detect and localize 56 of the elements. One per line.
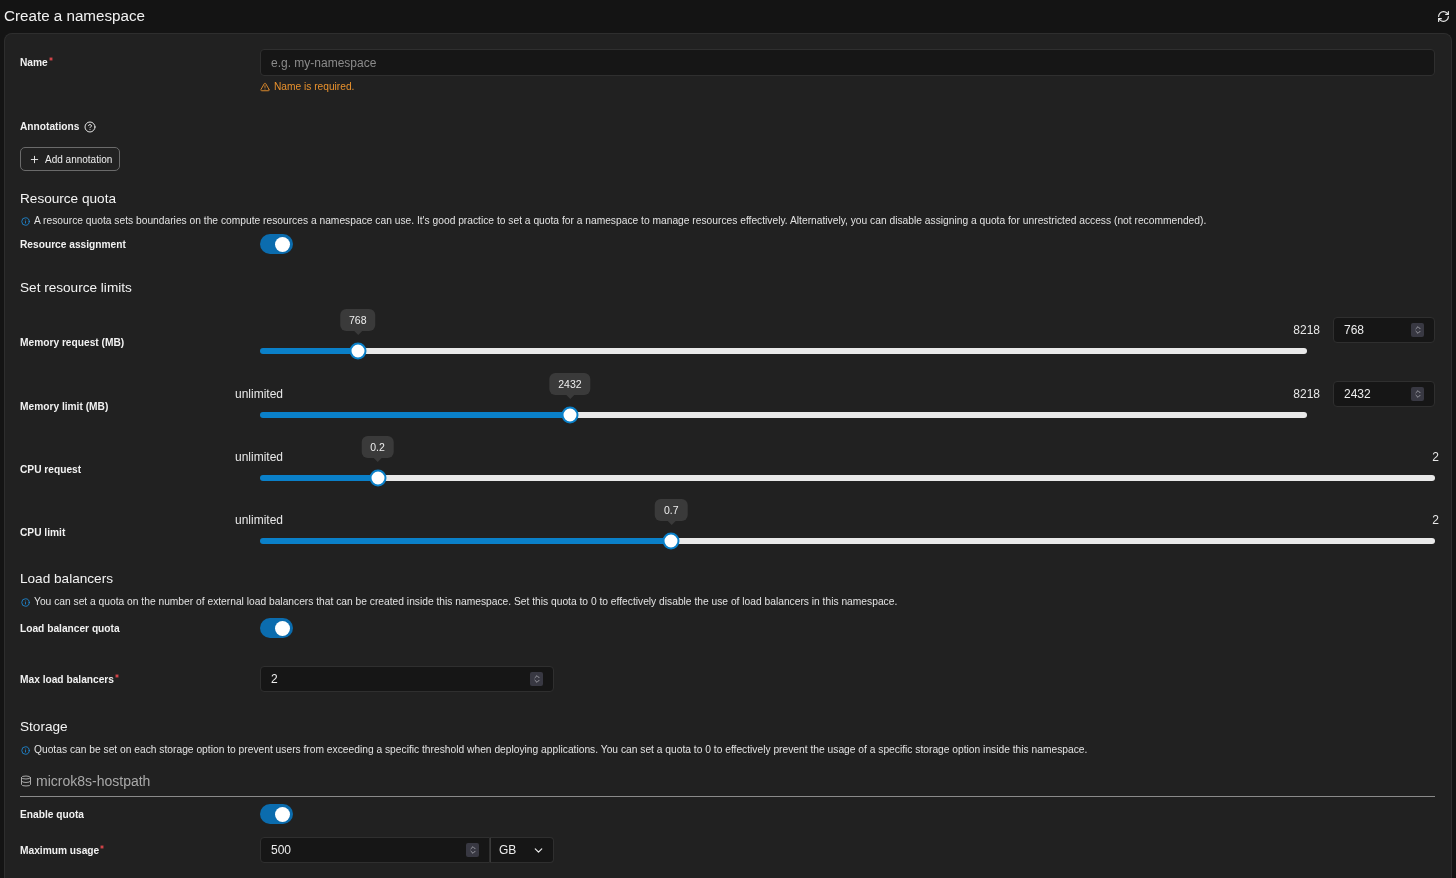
name-input[interactable]: e.g. my-namespace [260, 49, 1435, 76]
database-icon [20, 775, 32, 788]
slider-min-label: unlimited [235, 513, 284, 528]
refresh-icon[interactable] [1437, 9, 1450, 23]
slider-thumb[interactable] [662, 532, 680, 550]
slider-min-label: unlimited [235, 386, 284, 401]
field-label: Resource assignment [20, 237, 126, 251]
add-annotation-button[interactable]: Add annotation [20, 147, 121, 171]
number-input[interactable]: 500 [260, 837, 490, 864]
value-tooltip: 0.7 [654, 499, 688, 522]
slider-max-label: 2 [1432, 513, 1439, 528]
slider-min-label: unlimited [235, 449, 284, 464]
number-input[interactable]: 2 [260, 666, 554, 693]
field-label: Annotations [20, 120, 80, 133]
info-icon [21, 216, 30, 226]
slider-thumb[interactable] [561, 406, 579, 424]
error-message: Name is required. [274, 80, 355, 93]
page-title: Create a namespace [4, 7, 145, 25]
info-icon [21, 597, 30, 607]
toggle-switch[interactable] [260, 804, 293, 825]
field-label: Enable quota [20, 807, 84, 821]
warning-icon [260, 81, 270, 92]
slider-max-label: 8218 [1293, 323, 1320, 338]
field-label: Load balancer quota [20, 621, 120, 635]
toggle-switch[interactable] [260, 618, 293, 639]
info-text: Quotas can be set on each storage option to prevent users from exceeding a specific threshold when deploying applications. You can set a quota to 0 to effectively prevent the usage of a specific storage option inside this namespace. [34, 743, 1088, 758]
help-icon[interactable] [84, 120, 97, 133]
field-label: Max load balancers [20, 672, 114, 686]
section-heading: Resource quota [20, 191, 116, 207]
section-heading: Load balancers [20, 571, 113, 588]
storage-class-name: microk8s-hostpath [36, 773, 151, 790]
unit-select[interactable]: GB [490, 837, 554, 864]
field-label: CPU request [20, 462, 82, 476]
info-text: A resource quota sets boundaries on the compute resources a namespace can use. It's good practice to set a quota for a namespace to manage resources effectively. Alternatively, you can disable assigning a quota for unrestricted access (not recommended). [34, 214, 1207, 228]
field-label: Maximum usage [20, 843, 100, 857]
spinner-icon[interactable] [1411, 386, 1424, 401]
section-heading: Storage [20, 719, 68, 736]
field-label: Memory limit (MB) [20, 399, 109, 413]
spinner-icon[interactable] [466, 843, 479, 858]
info-text: You can set a quota on the number of external load balancers that can be created inside this namespace. Set this quota to 0 to effectively disable the use of load balancers in this namespace. [34, 595, 898, 610]
slider-thumb[interactable] [369, 469, 386, 487]
field-label: CPU limit [20, 526, 66, 540]
field-label: Name [20, 56, 48, 69]
plus-icon [29, 153, 40, 165]
spinner-icon[interactable] [530, 672, 543, 687]
field-label: Memory request (MB) [20, 336, 125, 350]
number-input[interactable]: 768 [1333, 317, 1435, 344]
value-tooltip: 768 [340, 309, 376, 332]
number-input[interactable]: 2432 [1333, 380, 1435, 407]
slider-max-label: 8218 [1293, 386, 1320, 401]
toggle-switch[interactable] [260, 234, 293, 254]
slider-max-label: 2 [1432, 449, 1439, 464]
section-heading: Set resource limits [20, 280, 132, 296]
slider-thumb[interactable] [349, 342, 367, 360]
spinner-icon[interactable] [1411, 323, 1424, 338]
info-icon [21, 745, 30, 755]
